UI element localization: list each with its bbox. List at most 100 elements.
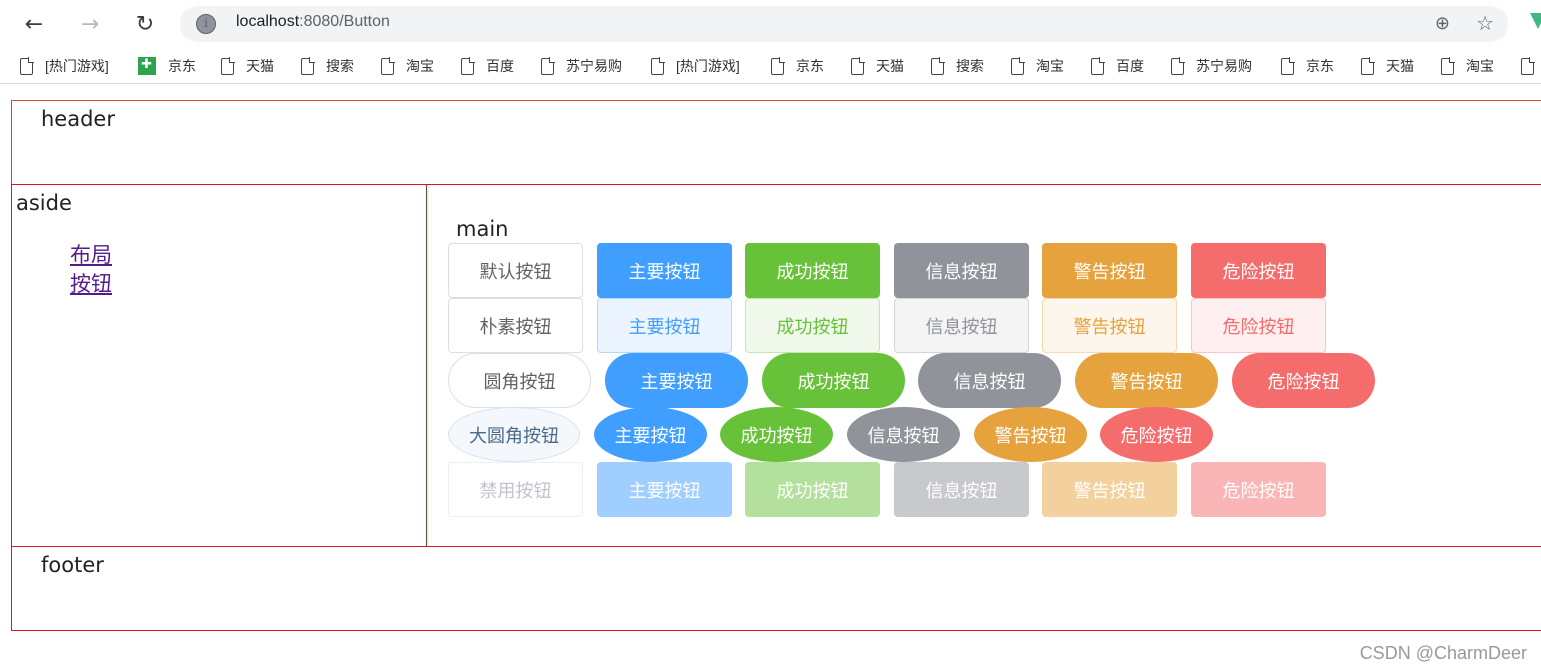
success-button[interactable]: 成功按钮: [745, 243, 880, 298]
bookmark-item[interactable]: 天猫: [221, 56, 274, 76]
bookmark-item[interactable]: [热门游戏]: [651, 56, 740, 76]
round-success-button[interactable]: 成功按钮: [762, 353, 905, 408]
page-aside: aside 布局 按钮: [11, 184, 427, 547]
bookmarks-bar: [热门游戏] 京东 天猫 搜索 淘宝 百度 苏宁易购 [热门游戏] 京东 天猫 …: [0, 48, 1541, 84]
bookmark-label: 百度: [486, 58, 514, 74]
default-button[interactable]: 默认按钮: [448, 243, 583, 298]
site-info-icon[interactable]: i: [196, 14, 216, 34]
page-icon: [541, 56, 555, 75]
page-icon: [20, 56, 34, 75]
bookmark-item[interactable]: 天猫: [851, 56, 904, 76]
round-warning-button[interactable]: 警告按钮: [1075, 353, 1218, 408]
bookmark-label: 天猫: [1386, 58, 1414, 74]
page-icon: [1171, 56, 1185, 75]
large-round-danger-button[interactable]: 危险按钮: [1100, 407, 1213, 462]
page-icon: [221, 56, 235, 75]
bookmark-item[interactable]: 京东: [771, 56, 824, 76]
bookmark-item[interactable]: 苏宁易购: [1171, 56, 1252, 76]
disabled-default-button: 禁用按钮: [448, 462, 583, 517]
page-footer: footer: [11, 546, 1541, 631]
vue-devtools-icon[interactable]: [1530, 13, 1541, 29]
plain-success-button[interactable]: 成功按钮: [745, 298, 880, 353]
bookmark-label: [热门游戏]: [676, 58, 740, 74]
large-round-warning-button[interactable]: 警告按钮: [974, 407, 1087, 462]
plain-info-button[interactable]: 信息按钮: [894, 298, 1029, 353]
page-header: header: [11, 100, 1541, 185]
url-path: :8080/Button: [299, 13, 390, 30]
disabled-primary-button: 主要按钮: [597, 462, 732, 517]
bookmark-label: 京东: [1306, 58, 1334, 74]
page-icon: [1011, 56, 1025, 75]
bookmark-item[interactable]: 淘宝: [1441, 56, 1494, 76]
large-round-success-button[interactable]: 成功按钮: [720, 407, 833, 462]
bookmark-label: 淘宝: [406, 58, 434, 74]
page-icon: [461, 56, 475, 75]
round-default-button[interactable]: 圆角按钮: [448, 353, 591, 408]
bookmark-item[interactable]: 搜索: [301, 56, 354, 76]
zoom-icon[interactable]: ⊕: [1435, 13, 1450, 34]
bookmark-label: 淘宝: [1466, 58, 1494, 74]
plain-primary-button[interactable]: 主要按钮: [597, 298, 732, 353]
page-icon: [1521, 56, 1535, 75]
bookmark-item[interactable]: 淘宝: [1011, 56, 1064, 76]
address-bar[interactable]: i localhost:8080/Button ⊕ ☆: [180, 6, 1508, 42]
bookmark-label: 天猫: [246, 58, 274, 74]
bookmark-star-icon[interactable]: ☆: [1476, 11, 1494, 35]
reload-icon[interactable]: ↻: [129, 8, 161, 40]
page-icon: [1361, 56, 1375, 75]
bookmark-label: 京东: [168, 58, 196, 74]
forward-arrow-icon[interactable]: →: [74, 8, 106, 40]
bookmark-item[interactable]: 苏宁易购: [541, 56, 622, 76]
bookmark-item[interactable]: 京东: [1281, 56, 1334, 76]
bookmark-label: [热门游戏]: [45, 58, 109, 74]
plain-default-button[interactable]: 朴素按钮: [448, 298, 583, 353]
csdn-watermark: CSDN @CharmDeer: [1359, 643, 1527, 663]
round-primary-button[interactable]: 主要按钮: [605, 353, 748, 408]
page-icon: [771, 56, 785, 75]
bookmark-label: 苏宁易购: [566, 58, 622, 74]
browser-toolbar: ← → ↻ i localhost:8080/Button ⊕ ☆: [0, 0, 1541, 46]
disabled-success-button: 成功按钮: [745, 462, 880, 517]
bookmark-label: 淘宝: [1036, 58, 1064, 74]
disabled-info-button: 信息按钮: [894, 462, 1029, 517]
bookmark-label: 百度: [1116, 58, 1144, 74]
large-round-default-button[interactable]: 大圆角按钮: [448, 407, 580, 462]
bookmark-item[interactable]: [热门游戏]: [20, 56, 109, 76]
header-label: header: [41, 107, 115, 131]
large-round-info-button[interactable]: 信息按钮: [847, 407, 960, 462]
nav-link-button[interactable]: 按钮: [70, 270, 112, 299]
bookmark-item[interactable]: 百度: [1091, 56, 1144, 76]
bookmark-item[interactable]: 搜索: [931, 56, 984, 76]
url-host: localhost: [236, 13, 300, 30]
round-info-button[interactable]: 信息按钮: [918, 353, 1061, 408]
bookmark-item[interactable]: [1521, 56, 1541, 76]
bookmark-item[interactable]: 天猫: [1361, 56, 1414, 76]
bookmark-label: 搜索: [326, 58, 354, 74]
back-arrow-icon[interactable]: ←: [18, 8, 50, 40]
disabled-danger-button: 危险按钮: [1191, 462, 1326, 517]
bookmark-label: 天猫: [876, 58, 904, 74]
round-danger-button[interactable]: 危险按钮: [1232, 353, 1375, 408]
large-round-primary-button[interactable]: 主要按钮: [594, 407, 707, 462]
info-button[interactable]: 信息按钮: [894, 243, 1029, 298]
aside-label: aside: [16, 191, 72, 215]
plain-warning-button[interactable]: 警告按钮: [1042, 298, 1177, 353]
bookmark-item[interactable]: 百度: [461, 56, 514, 76]
jd-logo-icon: [138, 56, 156, 75]
bookmark-item[interactable]: 京东: [138, 56, 196, 76]
page-icon: [931, 56, 945, 75]
main-label: main: [456, 217, 509, 241]
bookmark-label: 苏宁易购: [1196, 58, 1252, 74]
nav-link-layout[interactable]: 布局: [70, 241, 112, 270]
footer-label: footer: [41, 553, 104, 577]
aside-nav: 布局 按钮: [70, 241, 112, 299]
bookmark-item[interactable]: 淘宝: [381, 56, 434, 76]
url-text[interactable]: localhost:8080/Button: [236, 13, 390, 31]
warning-button[interactable]: 警告按钮: [1042, 243, 1177, 298]
primary-button[interactable]: 主要按钮: [597, 243, 732, 298]
page-icon: [651, 56, 665, 75]
danger-button[interactable]: 危险按钮: [1191, 243, 1326, 298]
plain-danger-button[interactable]: 危险按钮: [1191, 298, 1326, 353]
disabled-warning-button: 警告按钮: [1042, 462, 1177, 517]
bookmark-label: 搜索: [956, 58, 984, 74]
